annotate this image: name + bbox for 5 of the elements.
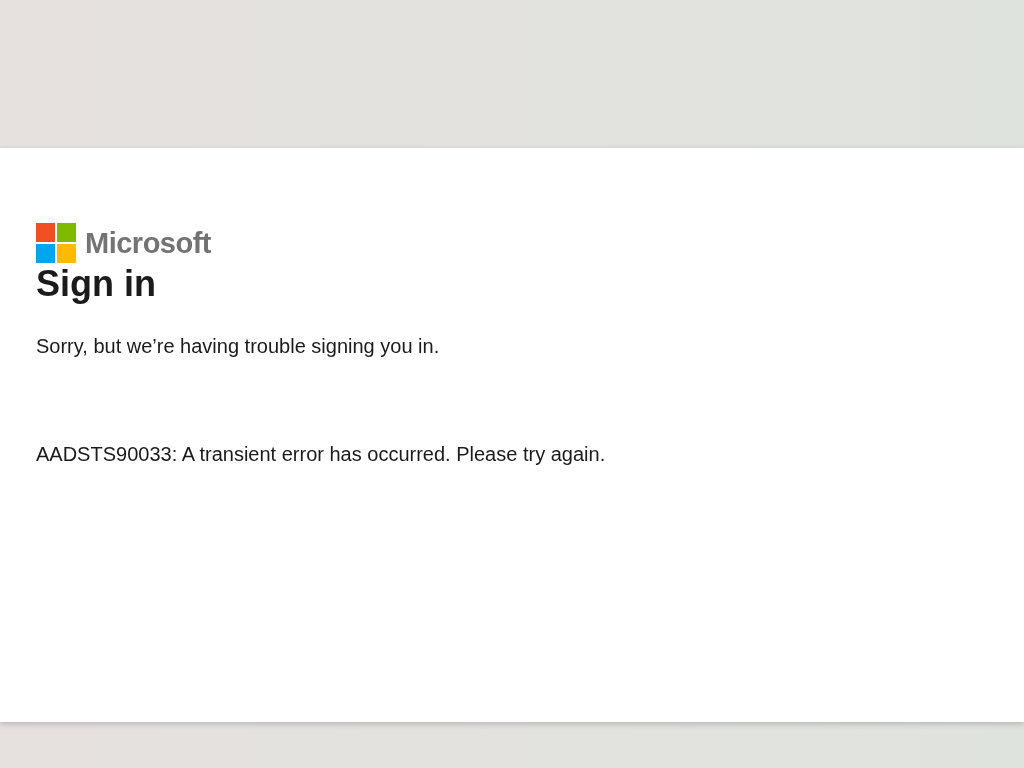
message-text: Sorry, but we’re having trouble signing you in.	[36, 335, 440, 357]
windows-squares-icon	[36, 223, 76, 263]
page-title: Sign in	[36, 263, 156, 304]
logo-text: Microsoft	[85, 226, 211, 260]
error-text: AADSTS90033: A transient error has occurred. Please try again.	[36, 443, 606, 465]
